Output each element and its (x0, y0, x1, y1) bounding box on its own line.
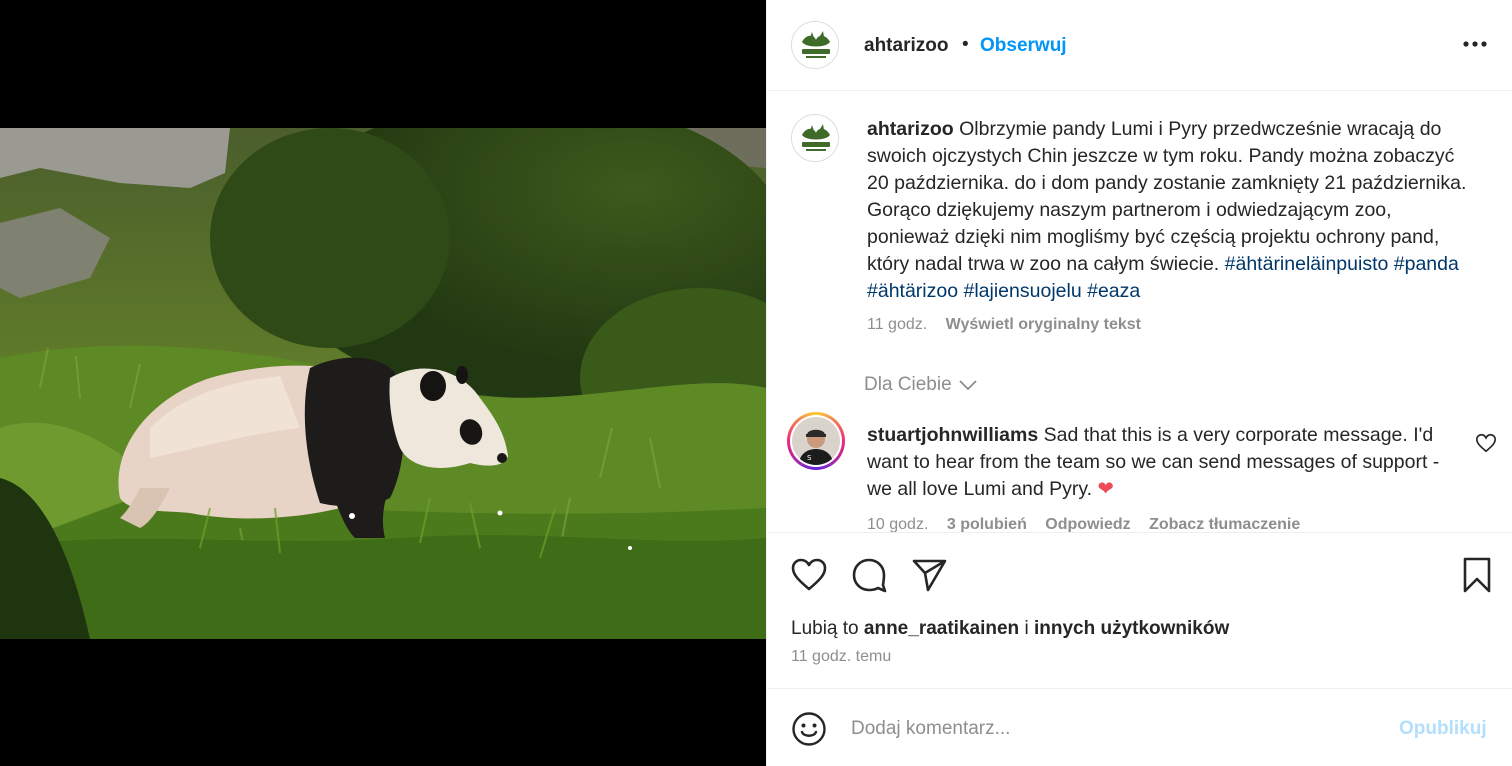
hashtag-link[interactable]: #ähtärineläinpuisto (1225, 253, 1389, 275)
likes-summary: Lubią to anne_raatikainen i innych użytk… (791, 618, 1229, 640)
like-comment-heart-icon[interactable] (1475, 432, 1497, 454)
share-send-icon[interactable] (909, 555, 949, 595)
for-you-label: Dla Ciebie (864, 374, 952, 395)
chevron-down-icon (959, 380, 977, 391)
zoo-logo-icon (792, 115, 838, 161)
hashtag-link[interactable]: #ähtärizoo (867, 280, 958, 302)
reply-button[interactable]: Odpowiedz (1045, 516, 1130, 532)
comment-likes-count[interactable]: 3 polubień (947, 516, 1027, 532)
comment-time[interactable]: 10 godz. (867, 516, 928, 532)
post-caption: ahtarizoo Olbrzymie pandy Lumi i Pyry pr… (867, 116, 1477, 305)
caption-username[interactable]: ahtarizoo (867, 118, 954, 140)
post-header: ahtarizoo • Obserwuj (767, 0, 1512, 91)
likes-connector: i (1024, 618, 1029, 639)
caption-time[interactable]: 11 godz. (867, 316, 927, 333)
heart-emoji: ❤ (1097, 478, 1114, 500)
comment-meta: 10 godz. 3 polubień Odpowiedz Zobacz tłu… (867, 516, 1314, 532)
see-translation-button[interactable]: Zobacz tłumaczenie (1149, 516, 1300, 532)
post-media (0, 0, 766, 766)
view-original-button[interactable]: Wyświetl oryginalny tekst (946, 316, 1141, 333)
hashtag-link[interactable]: #lajiensuojelu (964, 280, 1082, 302)
follow-button[interactable]: Obserwuj (980, 35, 1067, 57)
hashtag-link[interactable]: #eaza (1087, 280, 1140, 302)
more-options-icon[interactable] (1461, 32, 1489, 56)
caption-text: Olbrzymie pandy Lumi i Pyry przedwcześni… (867, 118, 1467, 275)
other-likers-link[interactable]: innych użytkowników (1034, 618, 1229, 639)
liker-username[interactable]: anne_raatikainen (864, 618, 1019, 639)
save-bookmark-icon[interactable] (1457, 555, 1497, 595)
comment-input[interactable] (851, 711, 1371, 747)
emoji-icon[interactable] (791, 711, 827, 747)
add-comment-bar: Opublikuj (767, 688, 1512, 766)
post-timestamp[interactable]: 11 godz. temu (791, 648, 891, 666)
like-heart-icon[interactable] (789, 555, 829, 595)
comment-item: stuartjohnwilliams Sad that this is a ve… (867, 422, 1447, 503)
post-photo[interactable] (0, 128, 766, 639)
header-separator: • (962, 34, 969, 55)
publish-button[interactable]: Opublikuj (1399, 718, 1487, 740)
author-username[interactable]: ahtarizoo (864, 35, 948, 57)
panda-image (0, 128, 766, 639)
post-side-panel: ahtarizoo • Obserwuj ahtarizoo Olbrzymie… (766, 0, 1512, 766)
likes-prefix: Lubią to (791, 618, 859, 639)
zoo-logo-icon (792, 22, 838, 68)
caption-author-avatar[interactable] (791, 114, 839, 162)
comment-bubble-icon[interactable] (849, 555, 889, 595)
commenter-avatar[interactable]: S (787, 412, 845, 470)
hashtag-link[interactable]: #panda (1394, 253, 1459, 275)
comment-username[interactable]: stuartjohnwilliams (867, 424, 1038, 446)
caption-meta: 11 godz. Wyświetl oryginalny tekst (867, 316, 1141, 334)
for-you-filter[interactable]: Dla Ciebie (864, 374, 978, 396)
user-photo-icon: S (792, 417, 840, 465)
comments-scroll-area[interactable]: ahtarizoo Olbrzymie pandy Lumi i Pyry pr… (767, 92, 1512, 532)
author-avatar[interactable] (791, 21, 839, 69)
post-actions-bar (767, 532, 1512, 612)
svg-text:S: S (807, 454, 812, 462)
